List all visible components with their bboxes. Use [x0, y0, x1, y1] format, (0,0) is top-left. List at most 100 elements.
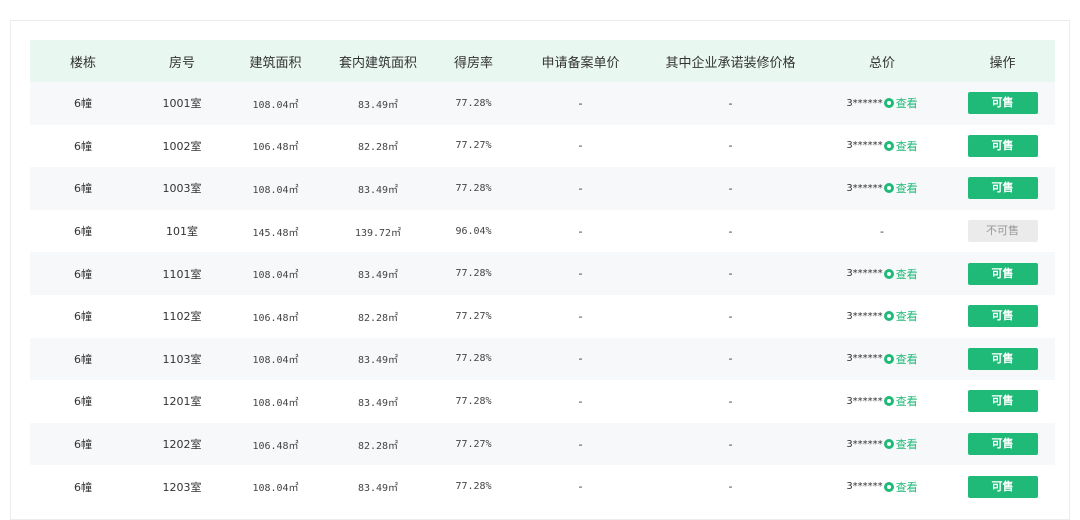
cell-building: 6幢	[74, 139, 92, 153]
cell-action: 可售	[950, 475, 1055, 498]
view-price-link[interactable]: 查看	[896, 479, 918, 495]
cell-inner-area: 82.28㎡	[357, 440, 399, 452]
cell-decor-price: -	[728, 437, 733, 451]
cell-total: 3****** 查看	[814, 138, 950, 154]
view-price-link[interactable]: 查看	[896, 436, 918, 452]
table-row: 6幢 1003室 108.04㎡ 83.49㎡ 77.28% - - 3****** 查看 可售	[30, 167, 1055, 210]
view-price-link[interactable]: 查看	[896, 95, 918, 111]
available-button[interactable]: 可售	[967, 390, 1038, 413]
masked-price: 3******	[846, 182, 883, 194]
total-price: 3****** 查看	[846, 180, 917, 196]
cell-area: 108.04㎡	[252, 397, 299, 409]
available-button[interactable]: 可售	[967, 433, 1038, 456]
header-decor-price: 其中企业承诺装修价格	[665, 55, 796, 71]
cell-area: 108.04㎡	[252, 184, 299, 196]
total-price: 3****** 查看	[846, 95, 917, 111]
masked-price: 3******	[846, 310, 883, 322]
cell-decor-price: -	[728, 480, 733, 494]
masked-price: 3******	[846, 97, 883, 109]
content-panel: 楼栋 房号 建筑面积 套内建筑面积 得房率 申请备案单价 其中企业承诺装修价格 …	[10, 20, 1070, 520]
cell-room: 1102室	[162, 310, 202, 324]
cell-ratio: 77.28%	[455, 353, 492, 365]
cell-inner-area: 83.49㎡	[357, 99, 399, 111]
eye-icon[interactable]	[883, 268, 894, 279]
cell-ratio: 77.28%	[455, 268, 492, 280]
header-building: 楼栋	[69, 55, 96, 71]
unavailable-badge: 不可售	[967, 220, 1038, 243]
cell-unit-price: -	[578, 437, 583, 451]
available-button[interactable]: 可售	[967, 475, 1038, 498]
eye-icon[interactable]	[883, 439, 894, 450]
masked-price: 3******	[846, 140, 883, 152]
masked-price: 3******	[846, 481, 883, 493]
available-button[interactable]: 可售	[967, 177, 1038, 200]
header-action: 操作	[989, 55, 1016, 71]
cell-room: 1101室	[162, 267, 202, 281]
view-price-link[interactable]: 查看	[896, 266, 918, 282]
masked-price: 3******	[846, 395, 883, 407]
cell-building: 6幢	[74, 267, 92, 281]
cell-total: 3****** 查看	[814, 479, 950, 495]
view-price-link[interactable]: 查看	[896, 138, 918, 154]
cell-area: 108.04㎡	[252, 483, 299, 495]
masked-price: 3******	[846, 268, 883, 280]
view-price-link[interactable]: 查看	[896, 393, 918, 409]
eye-icon[interactable]	[883, 353, 894, 364]
cell-unit-price: -	[578, 267, 583, 281]
cell-area: 108.04㎡	[252, 270, 299, 282]
eye-icon[interactable]	[883, 396, 894, 407]
table-row: 6幢 1102室 106.48㎡ 82.28㎡ 77.27% - - 3****** 查看 可售	[30, 294, 1055, 338]
cell-action: 可售	[950, 262, 1055, 285]
cell-action: 可售	[950, 134, 1055, 157]
view-price-link[interactable]: 查看	[896, 351, 918, 367]
table-row: 6幢 1203室 108.04㎡ 83.49㎡ 77.28% - - 3****** 查看 可售	[30, 465, 1055, 508]
available-button[interactable]: 可售	[967, 134, 1038, 157]
header-ratio: 得房率	[453, 55, 493, 71]
cell-total: 3****** 查看	[814, 436, 950, 452]
available-button[interactable]: 可售	[967, 262, 1038, 285]
cell-decor-price: -	[728, 181, 733, 195]
table-row: 6幢 1002室 106.48㎡ 82.28㎡ 77.27% - - 3****** 查看 可售	[30, 124, 1055, 168]
cell-building: 6幢	[74, 310, 92, 324]
cell-decor-price: -	[728, 96, 733, 110]
cell-ratio: 77.28%	[455, 481, 492, 493]
cell-ratio: 77.27%	[455, 438, 492, 450]
available-button[interactable]: 可售	[967, 305, 1038, 328]
cell-inner-area: 83.49㎡	[357, 483, 399, 495]
cell-unit-price: -	[578, 96, 583, 110]
total-price: 3****** 查看	[846, 393, 917, 409]
total-price: 3****** 查看	[846, 138, 917, 154]
available-button[interactable]: 可售	[967, 92, 1038, 115]
total-price: 3****** 查看	[846, 308, 917, 324]
cell-total: -	[880, 224, 884, 238]
eye-icon[interactable]	[883, 140, 894, 151]
cell-area: 108.04㎡	[252, 99, 299, 111]
cell-ratio: 77.27%	[455, 310, 492, 322]
cell-action: 可售	[950, 305, 1055, 328]
cell-unit-price: -	[578, 394, 583, 408]
cell-area: 106.48㎡	[252, 440, 299, 452]
eye-icon[interactable]	[883, 98, 894, 109]
view-price-link[interactable]: 查看	[896, 308, 918, 324]
header-room: 房号	[168, 55, 195, 71]
house-list-table: 楼栋 房号 建筑面积 套内建筑面积 得房率 申请备案单价 其中企业承诺装修价格 …	[30, 40, 1055, 508]
cell-room: 1202室	[162, 438, 202, 452]
header-area: 建筑面积	[249, 55, 302, 71]
cell-unit-price: -	[578, 352, 583, 366]
cell-building: 6幢	[74, 97, 92, 111]
eye-icon[interactable]	[883, 183, 894, 194]
cell-total: 3****** 查看	[814, 266, 950, 282]
eye-icon[interactable]	[883, 311, 894, 322]
cell-total: 3****** 查看	[814, 393, 950, 409]
cell-total: 3****** 查看	[814, 351, 950, 367]
eye-icon[interactable]	[883, 481, 894, 492]
cell-decor-price: -	[728, 224, 733, 238]
table-row: 6幢 101室 145.48㎡ 139.72㎡ 96.04% - - - 不可售	[30, 209, 1055, 253]
cell-decor-price: -	[728, 139, 733, 153]
cell-inner-area: 83.49㎡	[357, 184, 399, 196]
cell-inner-area: 83.49㎡	[357, 397, 399, 409]
available-button[interactable]: 可售	[967, 347, 1038, 370]
cell-building: 6幢	[74, 480, 92, 494]
view-price-link[interactable]: 查看	[896, 180, 918, 196]
cell-decor-price: -	[728, 267, 733, 281]
